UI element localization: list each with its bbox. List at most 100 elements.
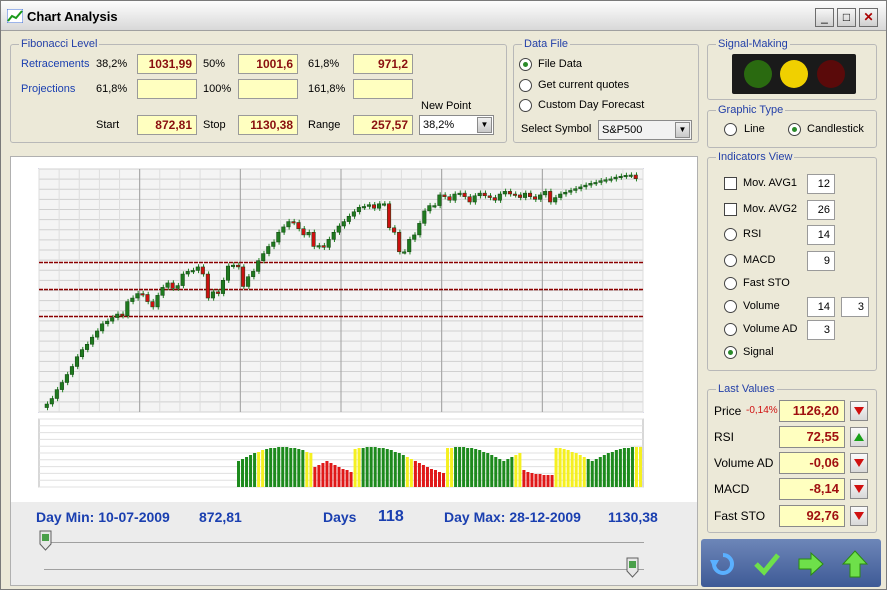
confirm-check-icon[interactable] [753, 551, 781, 577]
signal-making-group: Signal-Making [707, 38, 877, 100]
candle-body [447, 196, 452, 201]
macd-input[interactable]: 9 [807, 251, 835, 271]
signal-bar [385, 449, 389, 487]
day-min-label: Day Min: 10-07-2009 [36, 509, 170, 525]
signal-bar [578, 455, 582, 487]
range-value[interactable]: 257,57 [353, 115, 413, 135]
mov-avg1-checkbox[interactable] [724, 177, 737, 190]
macd-radio[interactable] [724, 254, 737, 267]
volume-input-1[interactable]: 14 [807, 297, 835, 317]
candlestick-radio[interactable] [788, 123, 801, 136]
signal-bar [341, 469, 345, 487]
signal-bar [433, 470, 437, 487]
projection-1-pct: 61,8% [96, 83, 128, 95]
signal-bar [510, 457, 514, 487]
rsi-up-arrow-icon[interactable] [850, 427, 868, 447]
mov-avg2-checkbox[interactable] [724, 203, 737, 216]
start-slider-track[interactable] [44, 542, 644, 543]
close-button[interactable]: ✕ [859, 8, 878, 27]
start-slider-thumb[interactable] [39, 530, 53, 552]
candle-body [311, 231, 316, 247]
volume-ad-down-arrow-icon[interactable] [850, 453, 868, 473]
macd-down-arrow-icon[interactable] [850, 479, 868, 499]
candle-body [588, 183, 593, 186]
mov-avg2-label: Mov. AVG2 [743, 203, 798, 215]
next-arrow-icon[interactable] [797, 551, 825, 577]
signal-bar [554, 448, 558, 487]
candle-body [568, 190, 573, 193]
line-radio[interactable] [724, 123, 737, 136]
signal-bar [570, 452, 574, 487]
minimize-button[interactable]: _ [815, 8, 834, 27]
fast-sto-radio[interactable] [724, 277, 737, 290]
candle-body [407, 239, 412, 253]
end-slider-thumb[interactable] [626, 557, 640, 579]
candle-body [321, 245, 326, 248]
maximize-button[interactable]: □ [837, 8, 856, 27]
chevron-down-icon[interactable]: ▼ [477, 117, 492, 133]
candle-body [507, 191, 512, 195]
candle-body [236, 264, 241, 268]
mov-avg2-input[interactable]: 26 [807, 200, 835, 220]
rsi-radio[interactable] [724, 228, 737, 241]
candle-body [361, 206, 366, 209]
candle-body [623, 175, 628, 178]
candle-body [95, 330, 100, 338]
signal-bar [518, 453, 522, 487]
signal-bar [466, 448, 470, 487]
signal-radio[interactable] [724, 346, 737, 359]
retracement-3-value[interactable]: 971,2 [353, 54, 413, 74]
projections-label: Projections [21, 83, 76, 95]
up-arrow-icon[interactable] [841, 549, 869, 579]
refresh-icon[interactable] [709, 551, 737, 577]
retracement-2-value[interactable]: 1001,6 [238, 54, 298, 74]
stop-value[interactable]: 1130,38 [238, 115, 298, 135]
indicators-view-group: Indicators View Mov. AVG1 12 Mov. AVG2 2… [707, 151, 877, 371]
new-point-select[interactable]: 38,2% ▼ [419, 115, 494, 135]
chevron-down-icon[interactable]: ▼ [675, 122, 690, 138]
signal-bar [482, 452, 486, 487]
volume-ad-radio[interactable] [724, 323, 737, 336]
candle-body [165, 282, 170, 288]
signal-bar [610, 452, 614, 487]
signal-bar [277, 447, 281, 487]
title-bar[interactable]: Chart Analysis _ □ ✕ [1, 1, 886, 31]
signal-bar [490, 455, 494, 487]
retracement-1-value[interactable]: 1031,99 [137, 54, 197, 74]
window-title: Chart Analysis [27, 9, 118, 24]
start-value[interactable]: 872,81 [137, 115, 197, 135]
candle-body [578, 186, 583, 189]
custom-forecast-radio[interactable] [519, 99, 532, 112]
symbol-select[interactable]: S&P500 ▼ [598, 120, 692, 140]
candle-body [522, 192, 528, 198]
rsi-input[interactable]: 14 [807, 225, 835, 245]
signal-bar [590, 461, 594, 487]
end-slider-track[interactable] [44, 569, 644, 570]
fast-sto-down-arrow-icon[interactable] [850, 506, 868, 526]
candle-body [573, 188, 578, 191]
days-value: 118 [378, 508, 404, 525]
volume-ad-input[interactable]: 3 [807, 320, 835, 340]
price-down-arrow-icon[interactable] [850, 401, 868, 421]
projection-3-value[interactable] [353, 79, 413, 99]
projection-1-value[interactable] [137, 79, 197, 99]
projection-2-value[interactable] [238, 79, 298, 99]
volume-input-2[interactable]: 3 [841, 297, 869, 317]
candle-body [457, 192, 462, 195]
file-data-radio[interactable] [519, 58, 532, 71]
candle-body [563, 191, 568, 195]
candle-body [533, 196, 538, 200]
candle-body [261, 253, 266, 261]
start-label: Start [96, 119, 120, 131]
signal-bar [305, 452, 309, 487]
signal-bar [534, 474, 538, 487]
price-chart[interactable] [11, 157, 697, 502]
signal-bar [474, 449, 478, 487]
candle-body [170, 282, 175, 289]
volume-radio[interactable] [724, 300, 737, 313]
candle-body [190, 270, 195, 273]
signal-bar [638, 447, 642, 487]
candle-body [538, 194, 543, 200]
mov-avg1-input[interactable]: 12 [807, 174, 835, 194]
current-quotes-radio[interactable] [519, 79, 532, 92]
